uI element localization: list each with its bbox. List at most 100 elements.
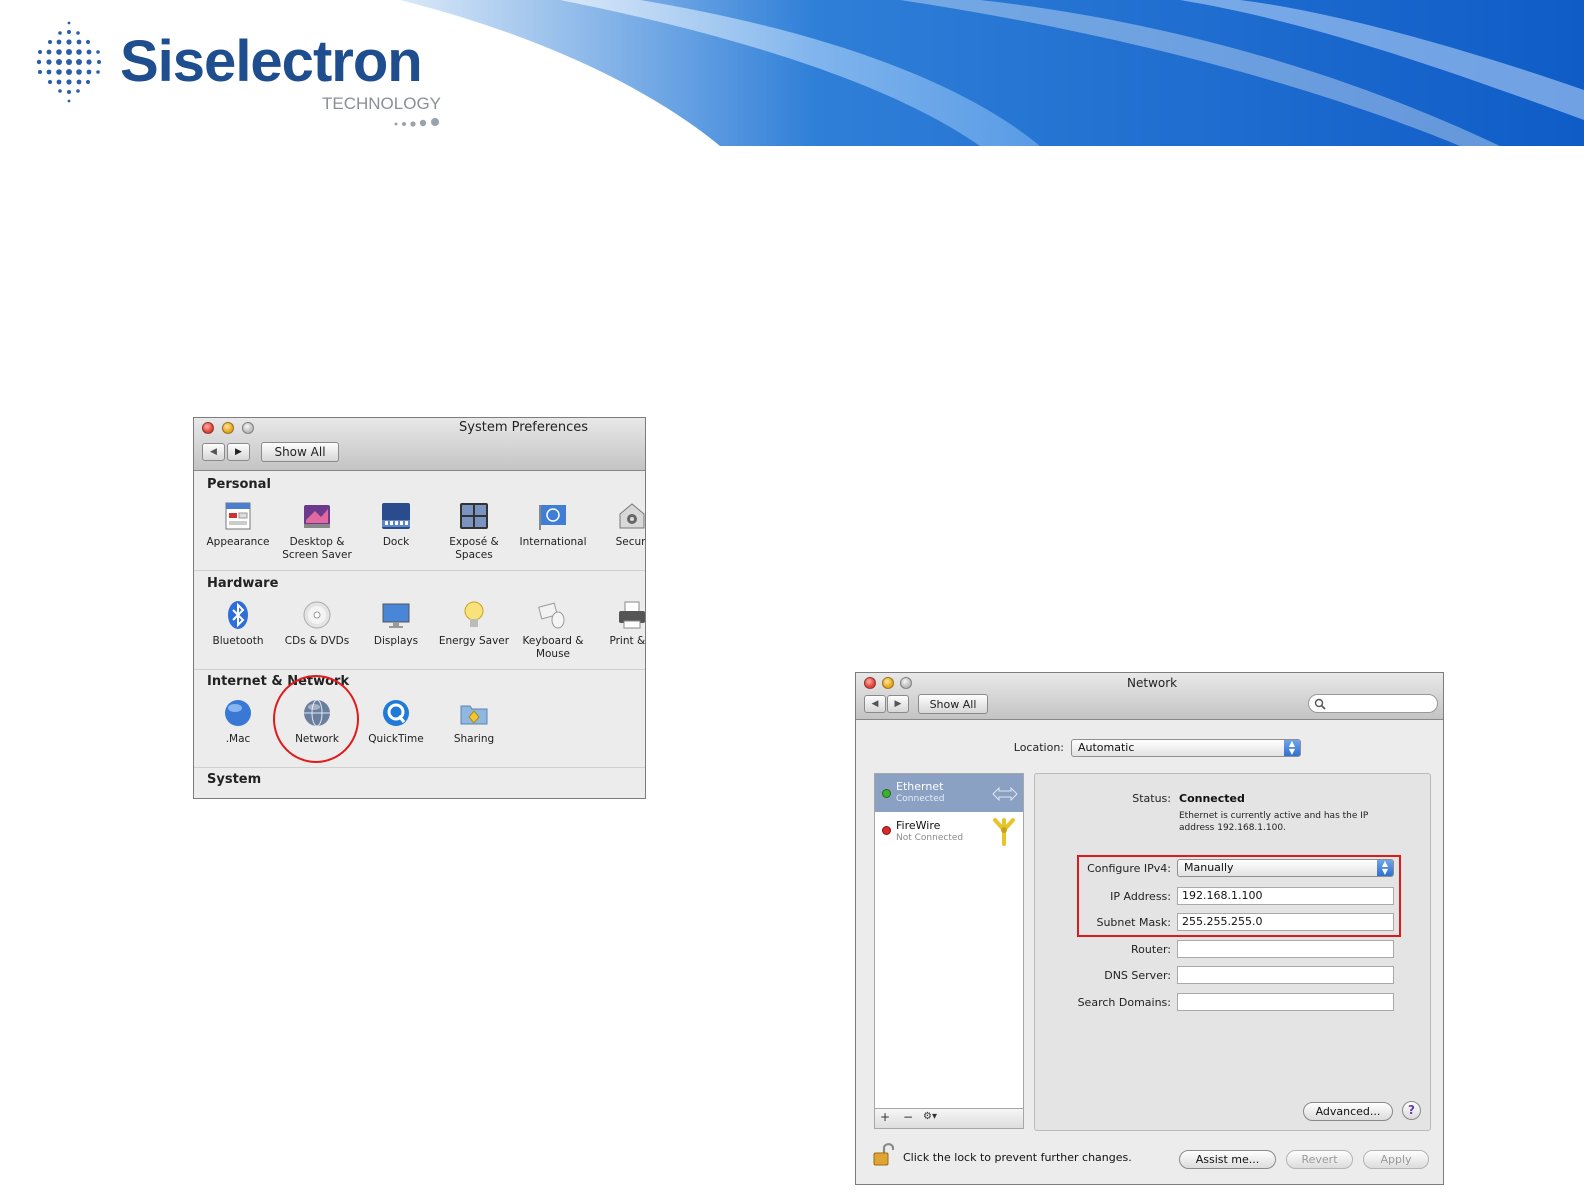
sp-toolbar: System Preferences ◀ ▶ Show All [194, 418, 645, 471]
dns-server-field[interactable] [1177, 966, 1394, 984]
pref-label: Bluetooth [212, 635, 264, 647]
back-button[interactable]: ◀ [864, 695, 886, 713]
back-button[interactable]: ◀ [202, 443, 225, 461]
status-dot-icon [882, 826, 891, 835]
pref-dock[interactable]: Dock [356, 500, 436, 549]
network-toolbar: Network ◀ ▶ Show All [856, 673, 1443, 720]
pref-label: Print & F [609, 635, 646, 647]
pref-energy-saver[interactable]: Energy Saver [434, 599, 514, 648]
pref-cds-dvds[interactable]: CDs & DVDs [277, 599, 357, 648]
pref-label: Exposé & Spaces [449, 536, 499, 561]
status-description: Ethernet is currently active and has the… [1179, 811, 1369, 833]
revert-button[interactable]: Revert [1286, 1150, 1353, 1169]
location-value: Automatic [1078, 741, 1135, 754]
dns-server-label: DNS Server: [1104, 969, 1171, 982]
section-heading-hardware: Hardware [207, 576, 279, 591]
show-all-button[interactable]: Show All [261, 442, 339, 462]
advanced-button[interactable]: Advanced... [1303, 1102, 1393, 1121]
add-service-button[interactable]: + [880, 1110, 890, 1124]
pref-security[interactable]: Securi [592, 500, 646, 549]
status-value: Connected [1179, 792, 1245, 805]
section-heading-personal: Personal [207, 477, 271, 492]
service-row-firewire[interactable]: FireWire Not Connected [875, 812, 1023, 850]
unlocked-padlock-icon[interactable] [872, 1141, 894, 1167]
router-label: Router: [1131, 943, 1171, 956]
pref-dotmac[interactable]: .Mac [198, 697, 278, 746]
pref-keyboard-mouse[interactable]: Keyboard & Mouse [513, 599, 593, 661]
minimize-button[interactable] [222, 422, 234, 434]
brand-name: Siselectron [120, 29, 423, 94]
bulb-icon [464, 601, 484, 627]
location-popup[interactable]: Automatic ▲ ▼ [1071, 739, 1301, 757]
pref-label: QuickTime [368, 733, 424, 745]
zoom-button[interactable] [242, 422, 254, 434]
firewire-icon [993, 818, 1015, 846]
pref-sharing[interactable]: Sharing [434, 697, 514, 746]
forward-button[interactable]: ▶ [887, 695, 909, 713]
pref-label: Dock [382, 536, 410, 548]
section-divider [194, 669, 645, 670]
printer-icon [619, 601, 645, 629]
forward-button[interactable]: ▶ [227, 443, 250, 461]
service-name: Ethernet [896, 780, 944, 793]
pref-label: .Mac [225, 733, 251, 745]
lock-instruction-text: Click the lock to prevent further change… [903, 1151, 1132, 1164]
zoom-button[interactable] [900, 677, 912, 689]
brand-tagline: TECHNOLOGY [322, 94, 442, 113]
security-icon [619, 503, 645, 529]
desktop-icon [304, 505, 330, 528]
pref-label: Energy Saver [438, 635, 510, 647]
pref-desktop-screen-saver[interactable]: Desktop & Screen Saver [277, 500, 357, 562]
close-button[interactable] [864, 677, 876, 689]
section-divider [194, 767, 645, 768]
appearance-icon [225, 502, 251, 530]
service-row-ethernet[interactable]: Ethernet Connected [875, 774, 1023, 812]
section-divider [194, 570, 645, 571]
pref-international[interactable]: International [513, 500, 593, 549]
pref-displays[interactable]: Displays [356, 599, 436, 648]
pref-label: Keyboard & Mouse [522, 635, 584, 660]
close-button[interactable] [202, 422, 214, 434]
window-title: Network [1127, 676, 1178, 690]
pref-label: Desktop & Screen Saver [282, 536, 352, 561]
globe-logo-icon [36, 21, 101, 103]
help-button[interactable]: ? [1402, 1101, 1421, 1120]
show-all-button[interactable]: Show All [918, 694, 988, 714]
section-heading-system: System [207, 772, 262, 787]
mac-globe-icon [225, 700, 251, 726]
pref-print-fax[interactable]: Print & F [592, 599, 646, 648]
pref-label: Securi [615, 536, 646, 548]
service-status: Not Connected [896, 833, 964, 843]
remove-service-button[interactable]: − [903, 1110, 913, 1124]
pref-bluetooth[interactable]: Bluetooth [198, 599, 278, 648]
keyboard-icon [538, 602, 565, 629]
pref-label: Appearance [206, 536, 270, 548]
search-input[interactable] [1329, 696, 1433, 712]
apply-button[interactable]: Apply [1363, 1150, 1429, 1169]
service-status: Connected [896, 794, 945, 804]
pref-appearance[interactable]: Appearance [198, 500, 278, 549]
pref-label: International [519, 536, 587, 548]
detail-panel: Status: Connected Ethernet is currently … [1034, 773, 1431, 1131]
ethernet-arrows-icon [992, 786, 1018, 802]
popup-arrows-icon: ▲ ▼ [1284, 740, 1300, 756]
pref-label: Sharing [453, 733, 495, 745]
minimize-button[interactable] [882, 677, 894, 689]
banner: Siselectron TECHNOLOGY [0, 0, 1584, 146]
bluetooth-icon [228, 601, 248, 629]
cd-icon [303, 601, 331, 629]
pref-quicktime[interactable]: QuickTime [356, 697, 436, 746]
ipv4-highlight-box [1077, 855, 1401, 937]
search-domains-field[interactable] [1177, 993, 1394, 1011]
router-field[interactable] [1177, 940, 1394, 958]
pref-expose-spaces[interactable]: Exposé & Spaces [434, 500, 514, 562]
window-title: System Preferences [459, 420, 589, 435]
display-icon [382, 603, 410, 628]
search-field[interactable] [1308, 694, 1438, 713]
brand-dots-icon [394, 118, 439, 127]
service-list: Ethernet Connected FireWire Not Connecte… [874, 773, 1024, 1129]
assist-me-button[interactable]: Assist me... [1179, 1150, 1276, 1169]
search-domains-label: Search Domains: [1077, 996, 1171, 1009]
gear-menu-button[interactable]: ⚙▾ [923, 1111, 937, 1122]
pref-label: CDs & DVDs [284, 635, 350, 647]
